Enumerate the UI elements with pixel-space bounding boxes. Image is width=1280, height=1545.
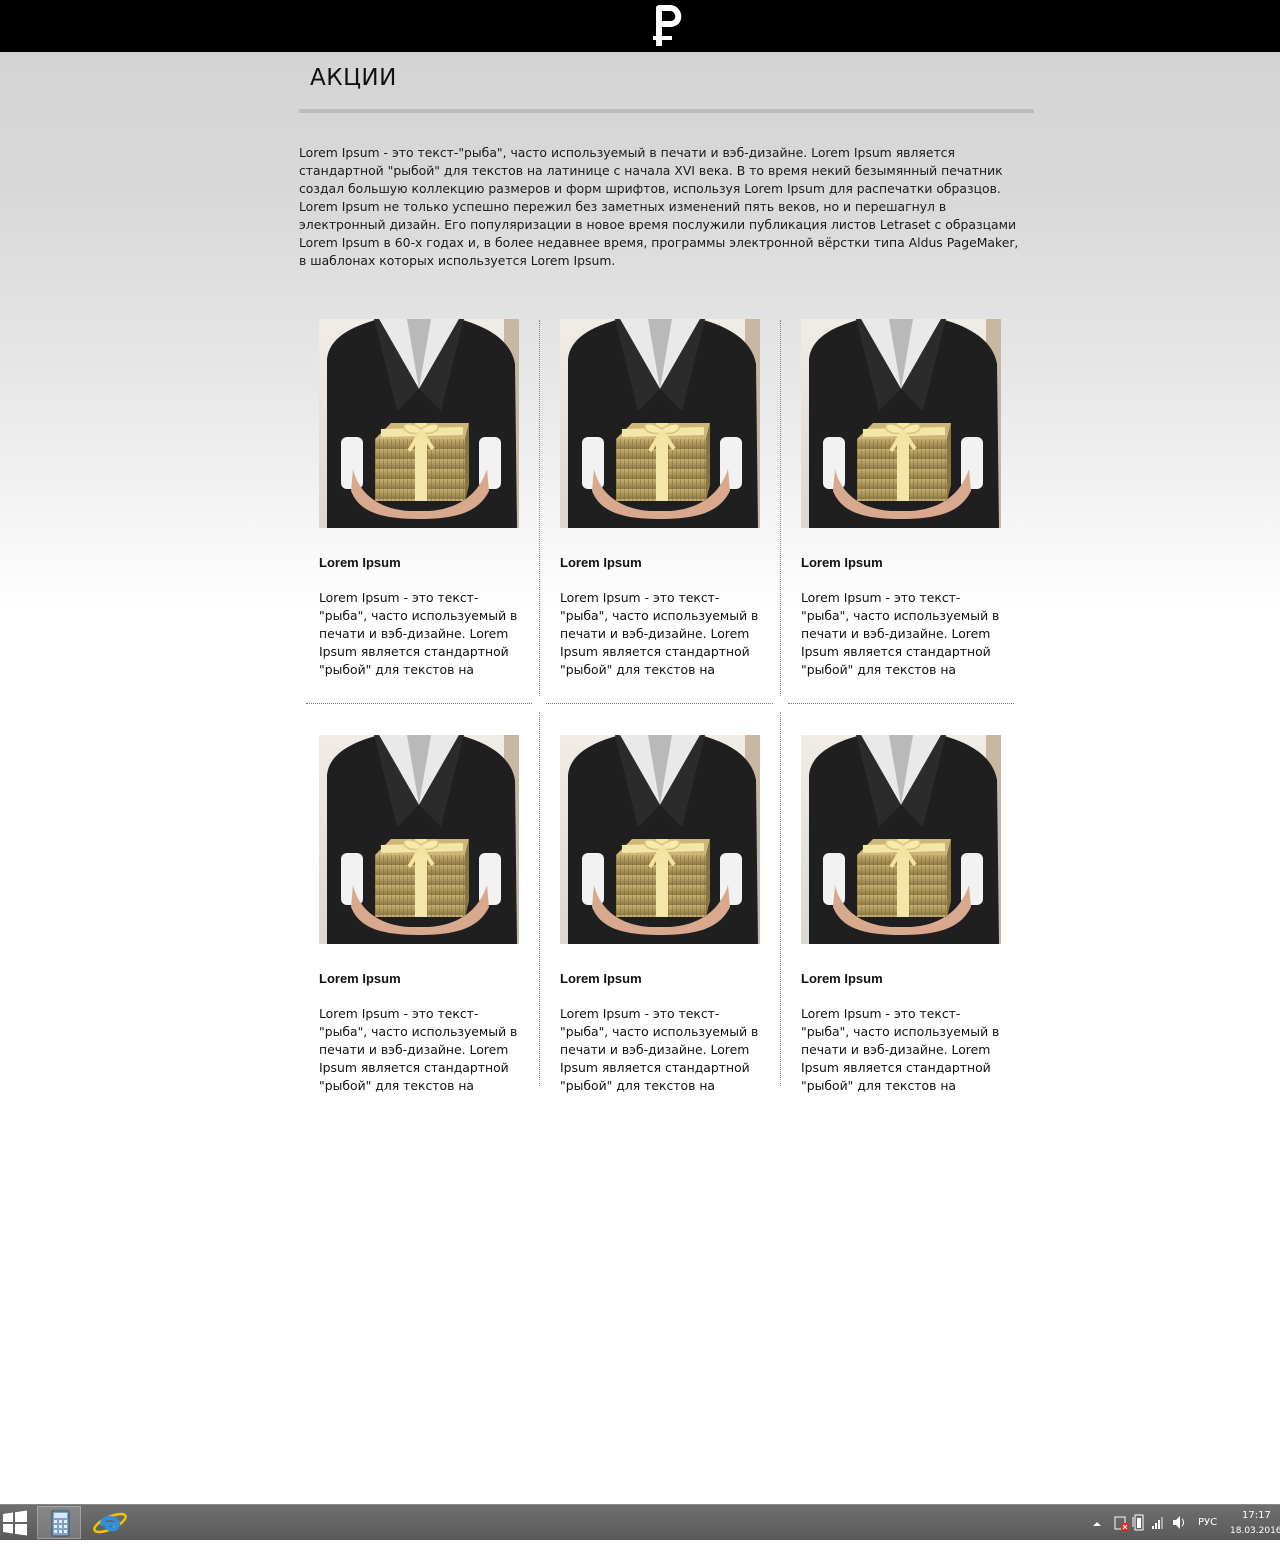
- promo-title[interactable]: Lorem Ipsum: [560, 971, 642, 986]
- row-divider: [306, 703, 532, 704]
- input-language-indicator[interactable]: РУС: [1198, 1517, 1217, 1528]
- promo-title[interactable]: Lorem Ipsum: [319, 555, 401, 570]
- gift-photo[interactable]: [319, 319, 519, 528]
- gift-photo[interactable]: [560, 735, 760, 944]
- windows-start-icon[interactable]: [0, 1508, 30, 1538]
- promo-title[interactable]: Lorem Ipsum: [319, 971, 401, 986]
- gift-photo[interactable]: [801, 735, 1001, 944]
- internet-explorer-icon: [93, 1512, 127, 1534]
- top-bar: [0, 0, 1280, 52]
- taskbar: РУС 17:17 18.03.2016: [0, 1504, 1280, 1540]
- promo-card[interactable]: Lorem Ipsum Lorem Ipsum - это текст-"рыб…: [319, 735, 519, 1093]
- promo-description: Lorem Ipsum - это текст-"рыба", часто ис…: [319, 590, 518, 677]
- promo-title[interactable]: Lorem Ipsum: [560, 555, 642, 570]
- action-center-icon[interactable]: [1112, 1505, 1130, 1540]
- promo-description: Lorem Ipsum - это текст-"рыба", часто ис…: [319, 1006, 518, 1093]
- promo-description: Lorem Ipsum - это текст-"рыба", часто ис…: [560, 1006, 759, 1093]
- intro-text: Lorem Ipsum - это текст-"рыба", часто ис…: [299, 145, 1019, 268]
- promo-title[interactable]: Lorem Ipsum: [801, 555, 883, 570]
- battery-icon[interactable]: [1132, 1505, 1148, 1540]
- column-divider: [539, 320, 540, 696]
- promo-card[interactable]: Lorem Ipsum Lorem Ipsum - это текст-"рыб…: [560, 735, 760, 1093]
- show-hidden-icons-icon[interactable]: [1090, 1505, 1104, 1540]
- network-signal-icon[interactable]: [1150, 1505, 1166, 1540]
- column-divider: [780, 712, 781, 1086]
- promo-card[interactable]: Lorem Ipsum Lorem Ipsum - это текст-"рыб…: [560, 319, 760, 677]
- page-title: АКЦИИ: [310, 65, 397, 91]
- clock-date[interactable]: 18.03.2016: [1230, 1526, 1280, 1536]
- column-divider: [780, 320, 781, 696]
- column-divider: [539, 712, 540, 1086]
- promo-card[interactable]: Lorem Ipsum Lorem Ipsum - это текст-"рыб…: [319, 319, 519, 677]
- promo-card[interactable]: Lorem Ipsum Lorem Ipsum - это текст-"рыб…: [801, 319, 1001, 677]
- main-content: АКЦИИ Lorem Ipsum - это текст-"рыба", ча…: [299, 52, 1034, 268]
- calculator-icon: [51, 1510, 70, 1537]
- clock-time[interactable]: 17:17: [1242, 1510, 1271, 1521]
- calculator-taskbar-button[interactable]: [37, 1506, 81, 1539]
- gift-photo[interactable]: [319, 735, 519, 944]
- row-divider: [788, 703, 1014, 704]
- promo-card[interactable]: Lorem Ipsum Lorem Ipsum - это текст-"рыб…: [801, 735, 1001, 1093]
- volume-icon[interactable]: [1170, 1505, 1188, 1540]
- promo-description: Lorem Ipsum - это текст-"рыба", часто ис…: [801, 590, 1000, 677]
- title-row: АКЦИИ: [299, 52, 1034, 113]
- ruble-logo-icon[interactable]: [646, 4, 686, 48]
- internet-explorer-taskbar-button[interactable]: [88, 1506, 132, 1539]
- gift-photo[interactable]: [560, 319, 760, 528]
- title-divider: [299, 109, 1034, 113]
- row-divider: [546, 703, 773, 704]
- promo-description: Lorem Ipsum - это текст-"рыба", часто ис…: [560, 590, 759, 677]
- promo-description: Lorem Ipsum - это текст-"рыба", часто ис…: [801, 1006, 1000, 1093]
- promo-title[interactable]: Lorem Ipsum: [801, 971, 883, 986]
- gift-photo[interactable]: [801, 319, 1001, 528]
